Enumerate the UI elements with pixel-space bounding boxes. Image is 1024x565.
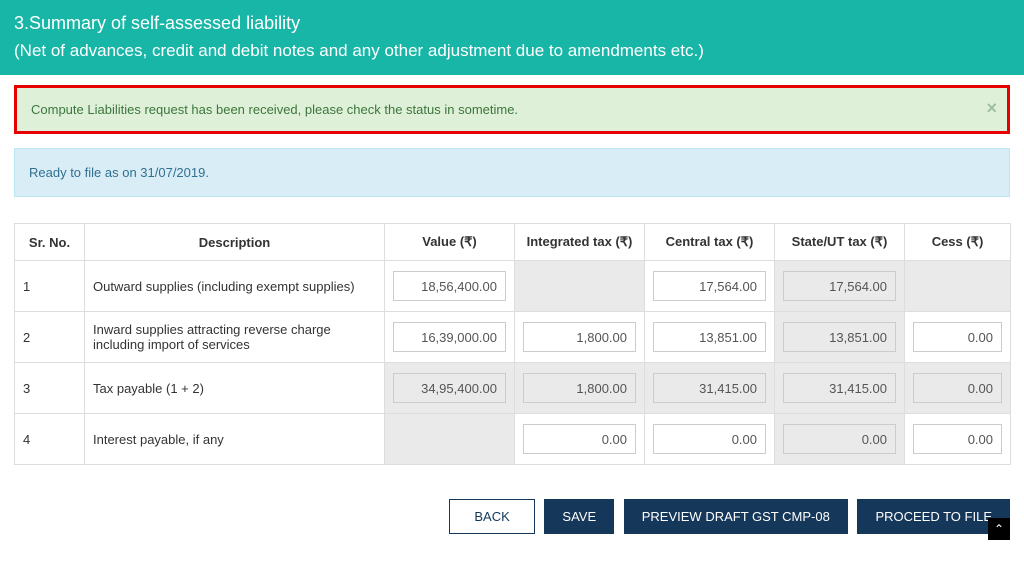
col-sr: Sr. No. [15, 224, 85, 261]
cell-sr: 3 [15, 363, 85, 414]
col-cess: Cess (₹) [905, 224, 1011, 261]
close-icon[interactable]: × [986, 98, 997, 119]
section-header: 3.Summary of self-assessed liability (Ne… [0, 0, 1024, 75]
preview-button[interactable]: PREVIEW DRAFT GST CMP-08 [624, 499, 848, 534]
input-cess[interactable] [913, 322, 1002, 352]
section-subtitle: (Net of advances, credit and debit notes… [14, 41, 1010, 61]
cell-value-disabled [385, 414, 515, 465]
input-sgst [783, 271, 896, 301]
input-value [393, 373, 506, 403]
cell-desc: Inward supplies attracting reverse charg… [85, 312, 385, 363]
save-button[interactable]: SAVE [544, 499, 614, 534]
col-desc: Description [85, 224, 385, 261]
input-igst[interactable] [523, 322, 636, 352]
cell-desc: Interest payable, if any [85, 414, 385, 465]
table-row: 4 Interest payable, if any [15, 414, 1011, 465]
input-cgst[interactable] [653, 271, 766, 301]
table-header-row: Sr. No. Description Value (₹) Integrated… [15, 224, 1011, 261]
cell-desc: Outward supplies (including exempt suppl… [85, 261, 385, 312]
section-title: 3.Summary of self-assessed liability [14, 10, 1010, 37]
input-value[interactable] [393, 322, 506, 352]
table-row: 3 Tax payable (1 + 2) [15, 363, 1011, 414]
input-sgst [783, 424, 896, 454]
alert-success: Compute Liabilities request has been rec… [14, 85, 1010, 134]
input-sgst [783, 322, 896, 352]
liability-table: Sr. No. Description Value (₹) Integrated… [14, 223, 1011, 465]
table-row: 1 Outward supplies (including exempt sup… [15, 261, 1011, 312]
col-value: Value (₹) [385, 224, 515, 261]
input-cgst[interactable] [653, 424, 766, 454]
input-cgst [653, 373, 766, 403]
cell-sr: 2 [15, 312, 85, 363]
input-igst[interactable] [523, 424, 636, 454]
cell-sr: 4 [15, 414, 85, 465]
input-value[interactable] [393, 271, 506, 301]
alert-success-text: Compute Liabilities request has been rec… [31, 102, 518, 117]
back-button[interactable]: BACK [449, 499, 534, 534]
alert-info: Ready to file as on 31/07/2019. [14, 148, 1010, 197]
input-cess [913, 373, 1002, 403]
cell-sr: 1 [15, 261, 85, 312]
cell-cess-disabled [905, 261, 1011, 312]
cell-desc: Tax payable (1 + 2) [85, 363, 385, 414]
alert-info-text: Ready to file as on 31/07/2019. [29, 165, 209, 180]
col-cgst: Central tax (₹) [645, 224, 775, 261]
col-sgst: State/UT tax (₹) [775, 224, 905, 261]
input-cess[interactable] [913, 424, 1002, 454]
cell-igst-disabled [515, 261, 645, 312]
table-row: 2 Inward supplies attracting reverse cha… [15, 312, 1011, 363]
input-igst [523, 373, 636, 403]
action-bar: BACK SAVE PREVIEW DRAFT GST CMP-08 PROCE… [14, 491, 1010, 540]
scroll-top-icon[interactable]: ⌃ [988, 518, 1010, 540]
col-igst: Integrated tax (₹) [515, 224, 645, 261]
input-cgst[interactable] [653, 322, 766, 352]
input-sgst [783, 373, 896, 403]
